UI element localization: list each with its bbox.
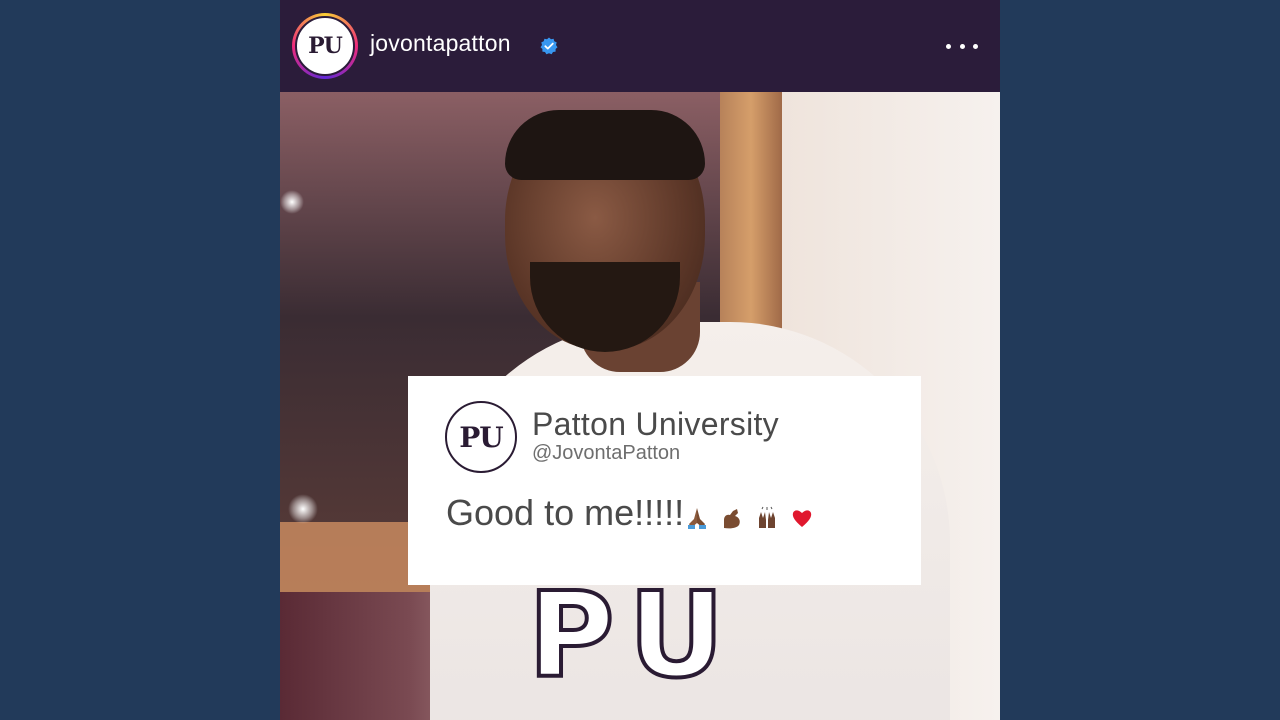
photo-light [288,494,318,524]
username-link[interactable]: jovontapatton [370,30,511,57]
photo-light [280,190,304,214]
tweet-handle[interactable]: @JovontaPatton [532,442,680,465]
shirt-logo-text: PU [526,566,739,704]
photo-person-hair [505,110,705,180]
more-options-icon[interactable] [946,36,978,56]
tweet-avatar-text: PU [459,420,503,454]
verified-badge-icon [540,37,558,55]
more-dot [959,43,965,49]
tweet-display-name[interactable]: Patton University [532,406,779,443]
tweet-emojis [686,494,816,536]
folded-hands-icon [688,507,707,529]
more-dot [946,43,951,49]
tweet-card: PU Patton University @JovontaPatton Good… [408,376,921,585]
flexed-biceps-icon [724,508,740,529]
photo-wood-frame [720,92,782,332]
tweet-text: Good to me!!!!! [446,492,685,533]
tweet-avatar[interactable]: PU [445,401,517,473]
profile-avatar[interactable]: PU [292,13,358,79]
instagram-post: PU jovontapatton PU PU Patton University… [280,0,1000,720]
raising-hands-icon [759,506,776,528]
more-dot [973,43,978,49]
tweet-body: Good to me!!!!! [446,492,816,536]
avatar-logo-text: PU [308,33,343,59]
avatar-logo: PU [295,16,355,76]
post-header: PU jovontapatton [280,0,1000,92]
red-heart-icon [792,510,812,527]
background: PU jovontapatton PU PU Patton University… [0,0,1280,720]
